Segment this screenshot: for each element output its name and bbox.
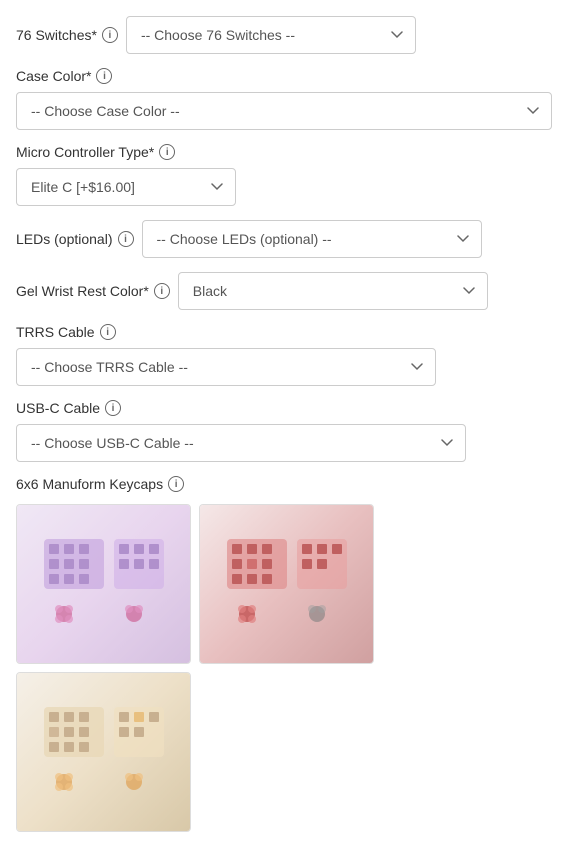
case-color-info-icon[interactable]: i — [96, 68, 112, 84]
trrs-cable-label: TRRS Cable — [16, 324, 95, 340]
micro-controller-label: Micro Controller Type* — [16, 144, 154, 160]
keycap-image-pink — [17, 505, 190, 663]
keycaps-section: 6x6 Manuform Keycaps i — [16, 476, 552, 832]
switches-select[interactable]: -- Choose 76 Switches -- — [126, 16, 416, 54]
usb-c-cable-row: USB-C Cable i -- Choose USB-C Cable -- — [16, 400, 552, 462]
keycap-item-red[interactable] — [199, 504, 374, 664]
keycap-svg-pink — [34, 519, 174, 649]
keycaps-info-icon[interactable]: i — [168, 476, 184, 492]
leds-label-group: LEDs (optional) i — [16, 231, 134, 247]
micro-controller-info-icon[interactable]: i — [159, 144, 175, 160]
gel-wrist-rest-row: Gel Wrist Rest Color* i Black — [16, 272, 552, 310]
micro-controller-select[interactable]: Elite C [+$16.00] — [16, 168, 236, 206]
trrs-cable-select[interactable]: -- Choose TRRS Cable -- — [16, 348, 436, 386]
usb-c-cable-label-group: USB-C Cable i — [16, 400, 121, 416]
micro-controller-label-group: Micro Controller Type* i — [16, 144, 175, 160]
leds-info-icon[interactable]: i — [118, 231, 134, 247]
keycap-svg-cream — [34, 687, 174, 817]
keycaps-label-row: 6x6 Manuform Keycaps i — [16, 476, 552, 492]
leds-select[interactable]: -- Choose LEDs (optional) -- — [142, 220, 482, 258]
micro-controller-row: Micro Controller Type* i Elite C [+$16.0… — [16, 144, 552, 206]
keycap-item-cream[interactable] — [16, 672, 191, 832]
trrs-cable-label-group: TRRS Cable i — [16, 324, 116, 340]
trrs-cable-info-icon[interactable]: i — [100, 324, 116, 340]
gel-wrist-rest-label: Gel Wrist Rest Color* — [16, 283, 149, 299]
trrs-cable-row: TRRS Cable i -- Choose TRRS Cable -- — [16, 324, 552, 386]
gel-wrist-rest-select[interactable]: Black — [178, 272, 488, 310]
case-color-label: Case Color* — [16, 68, 91, 84]
keycaps-grid — [16, 504, 552, 832]
case-color-select[interactable]: -- Choose Case Color -- — [16, 92, 552, 130]
keycaps-label: 6x6 Manuform Keycaps — [16, 476, 163, 492]
switches-label-group: 76 Switches* i — [16, 27, 118, 43]
usb-c-cable-info-icon[interactable]: i — [105, 400, 121, 416]
leds-label: LEDs (optional) — [16, 231, 113, 247]
keycap-image-cream — [17, 673, 190, 831]
keycap-svg-red — [217, 519, 357, 649]
switches-info-icon[interactable]: i — [102, 27, 118, 43]
gel-wrist-rest-info-icon[interactable]: i — [154, 283, 170, 299]
usb-c-cable-label: USB-C Cable — [16, 400, 100, 416]
case-color-label-group: Case Color* i — [16, 68, 112, 84]
usb-c-cable-select[interactable]: -- Choose USB-C Cable -- — [16, 424, 466, 462]
keycap-image-red — [200, 505, 373, 663]
switches-row: 76 Switches* i -- Choose 76 Switches -- — [16, 16, 552, 54]
keycap-item-pink[interactable] — [16, 504, 191, 664]
switches-label: 76 Switches* — [16, 27, 97, 43]
gel-wrist-rest-label-group: Gel Wrist Rest Color* i — [16, 283, 170, 299]
leds-row: LEDs (optional) i -- Choose LEDs (option… — [16, 220, 552, 258]
case-color-row: Case Color* i -- Choose Case Color -- — [16, 68, 552, 130]
